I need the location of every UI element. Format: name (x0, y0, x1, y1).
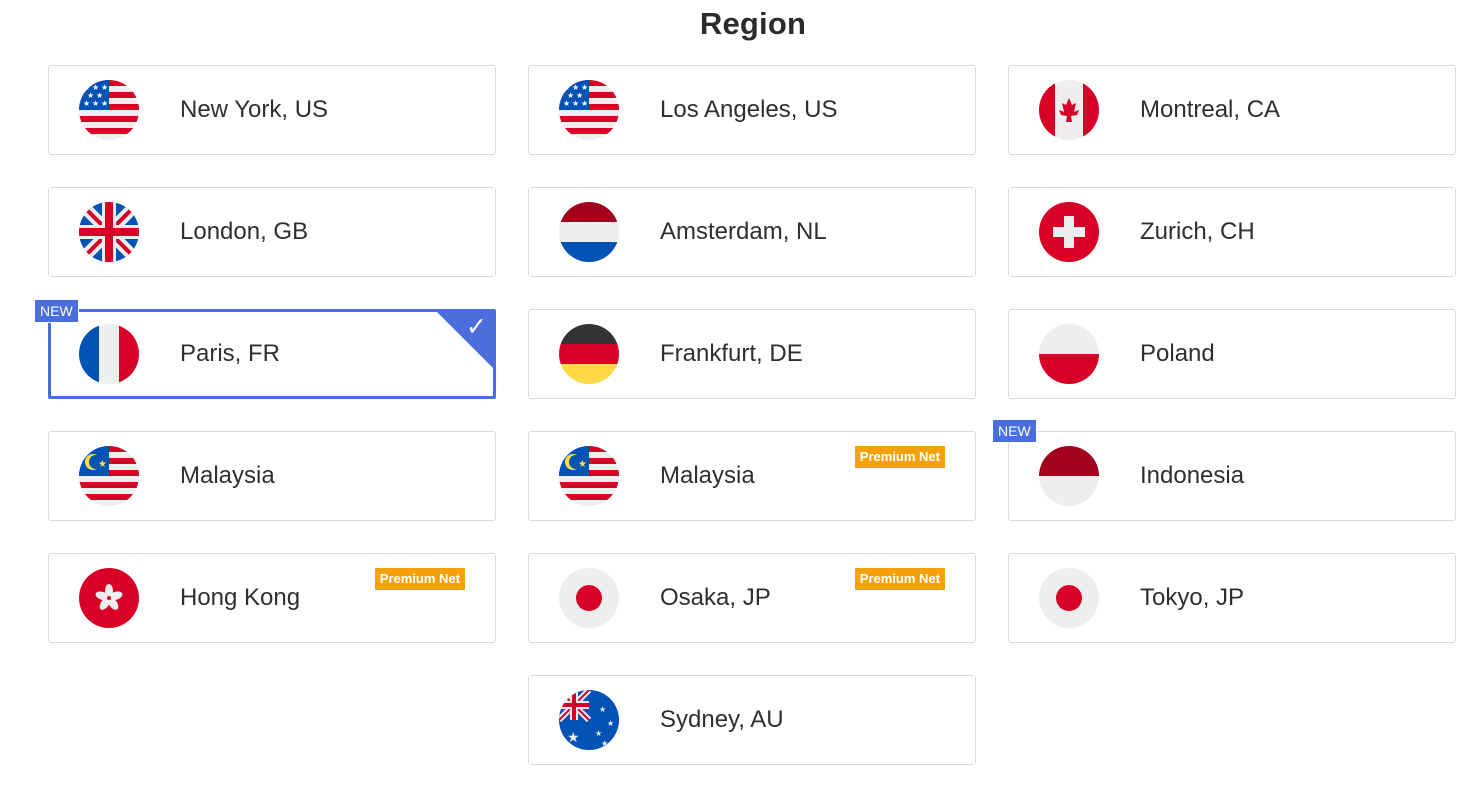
nl-flag-icon (559, 202, 619, 262)
region-label: Poland (1140, 340, 1215, 367)
region-label: Amsterdam, NL (660, 218, 827, 245)
region-label: Hong Kong (180, 584, 301, 611)
region-label: Osaka, JP (660, 584, 771, 611)
region-card-poland[interactable]: Poland (1008, 309, 1456, 399)
svg-text:★: ★ (572, 99, 579, 108)
svg-text:★: ★ (581, 99, 588, 108)
jp-flag-icon (559, 568, 619, 628)
region-label: Tokyo, JP (1140, 584, 1245, 611)
region-card-amsterdam[interactable]: Amsterdam, NL (528, 187, 976, 277)
region-label: Malaysia (660, 462, 755, 489)
svg-text:★: ★ (83, 99, 90, 108)
ch-flag-icon (1039, 202, 1099, 262)
hk-flag-icon (79, 568, 139, 628)
svg-text:★: ★ (98, 459, 107, 470)
region-label: Zurich, CH (1140, 218, 1255, 245)
svg-text:★: ★ (567, 730, 580, 746)
svg-text:★: ★ (607, 719, 614, 728)
premium-badge: Premium Net (854, 568, 945, 590)
region-label: Paris, FR (180, 340, 281, 367)
region-label: New York, US (180, 96, 329, 123)
svg-text:★: ★ (101, 99, 108, 108)
region-card-frankfurt[interactable]: Frankfurt, DE (528, 309, 976, 399)
my-flag-icon: ★ (79, 446, 139, 506)
region-card-indonesia[interactable]: NEW Indonesia (992, 419, 1456, 521)
check-icon: ✓ (466, 313, 487, 341)
svg-text:★: ★ (601, 739, 608, 748)
region-card-hong-kong[interactable]: Premium Net Hong Kong (48, 553, 496, 643)
svg-text:★: ★ (563, 99, 570, 108)
fr-flag-icon (79, 324, 139, 384)
region-label: Los Angeles, US (660, 96, 838, 123)
us-flag-icon: ★ ★ ★ ★ ★ ★ ★ ★ (79, 80, 139, 140)
region-card-paris[interactable]: NEW ✓ Paris, FR (34, 299, 496, 399)
au-flag-icon: ★ ★ ★ ★ ★ (559, 690, 619, 750)
region-card-zurich[interactable]: Zurich, CH (1008, 187, 1456, 277)
de-flag-icon (559, 324, 619, 384)
my-flag-icon: ★ (559, 446, 619, 506)
svg-text:★: ★ (578, 459, 587, 470)
region-card-tokyo[interactable]: Tokyo, JP (1008, 553, 1456, 643)
new-badge: NEW (34, 299, 79, 323)
region-label: Frankfurt, DE (660, 340, 803, 367)
us-flag-icon: ★ ★ ★ ★ ★ ★ ★ ★ (559, 80, 619, 140)
pl-flag-icon (1039, 324, 1099, 384)
premium-badge: Premium Net (854, 446, 945, 468)
svg-text:★: ★ (92, 99, 99, 108)
page-title: Region (699, 6, 807, 41)
region-card-los-angeles[interactable]: ★ ★ ★ ★ ★ ★ ★ ★ Los Angeles, US (528, 65, 976, 155)
region-card-osaka[interactable]: Premium Net Osaka, JP (528, 553, 976, 643)
id-flag-icon (1039, 446, 1099, 506)
jp-flag-icon (1039, 568, 1099, 628)
region-card-malaysia[interactable]: ★ Malaysia (48, 431, 496, 521)
svg-text:★: ★ (595, 729, 602, 738)
region-card-sydney[interactable]: ★ ★ ★ ★ ★ Sydney, AU (528, 675, 976, 765)
region-card-malaysia-premium[interactable]: Premium Net ★ Malaysia (528, 431, 976, 521)
region-card-london[interactable]: London, GB (48, 187, 496, 277)
new-badge: NEW (992, 419, 1037, 443)
ca-flag-icon (1039, 80, 1099, 140)
svg-text:★: ★ (599, 705, 606, 714)
region-label: Montreal, CA (1140, 96, 1281, 123)
region-card-new-york[interactable]: ★ ★ ★ ★ ★ ★ ★ ★ New York, US (48, 65, 496, 155)
region-card-montreal[interactable]: Montreal, CA (1008, 65, 1456, 155)
region-label: Sydney, AU (660, 706, 784, 733)
premium-badge: Premium Net (374, 568, 465, 590)
region-label: London, GB (180, 218, 309, 245)
region-label: Indonesia (1140, 462, 1245, 489)
gb-flag-icon (79, 202, 139, 262)
region-label: Malaysia (180, 462, 275, 489)
